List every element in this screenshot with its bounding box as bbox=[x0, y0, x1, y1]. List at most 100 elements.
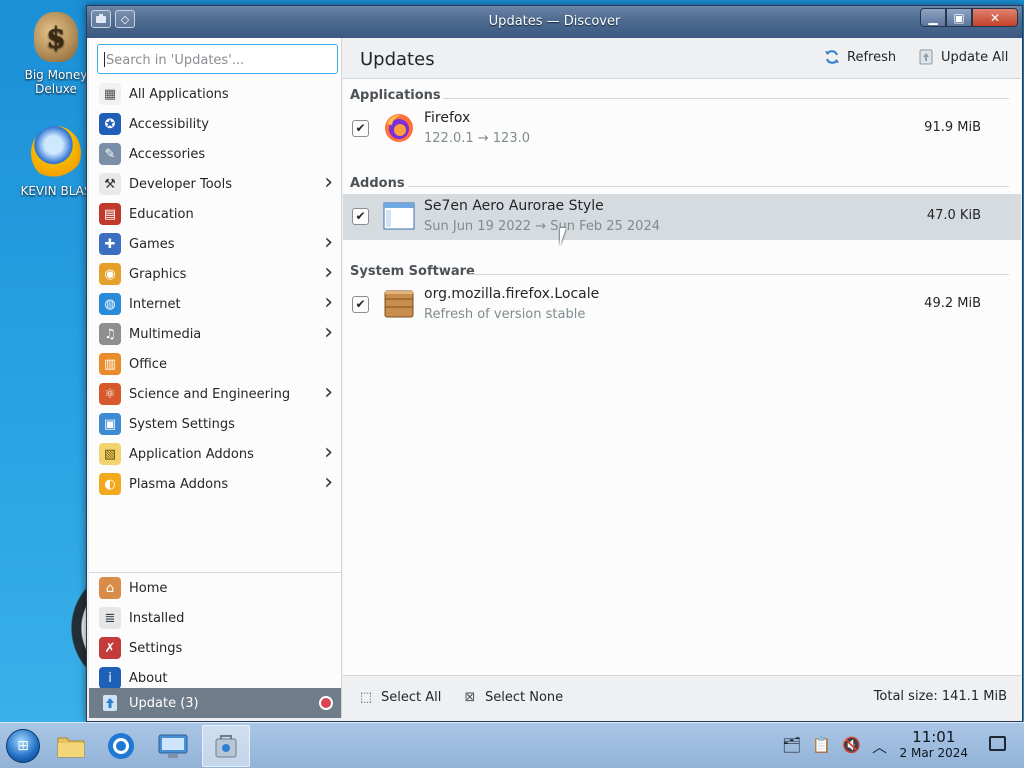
sidebar-item-application-addons[interactable]: ▧ Application Addons › bbox=[89, 439, 341, 469]
update-row[interactable]: ✔ Se7en Aero Aurorae Style Sun Jun 19 2022… bbox=[343, 194, 1021, 240]
sidebar-item-accessories[interactable]: ✎ Accessories bbox=[89, 139, 341, 169]
show-desktop-icon[interactable] bbox=[989, 736, 1006, 751]
grid-icon: ▦ bbox=[99, 83, 121, 105]
select-none-button[interactable]: ⊠ Select None bbox=[461, 688, 564, 706]
maximize-button[interactable]: ▣ bbox=[946, 8, 972, 27]
page-header: Updates Refresh Update All bbox=[343, 38, 1021, 79]
taskbar-file-manager[interactable] bbox=[48, 725, 94, 767]
sidebar-item-games[interactable]: ✚ Games › bbox=[89, 229, 341, 259]
window-theme-icon bbox=[383, 200, 415, 232]
sidebar-item-office[interactable]: ▥ Office bbox=[89, 349, 341, 379]
category-list: ▦ All Applications ✪ Accessibility ✎ Accessor… bbox=[89, 79, 341, 499]
sidebar-item-accessibility[interactable]: ✪ Accessibility bbox=[89, 109, 341, 139]
graphics-icon: ◉ bbox=[99, 263, 121, 285]
update-checkbox[interactable]: ✔ bbox=[352, 296, 369, 313]
sidebar-item-internet[interactable]: ◍ Internet › bbox=[89, 289, 341, 319]
sidebar-item-label: System Settings bbox=[129, 416, 235, 432]
mouse-pointer-icon bbox=[560, 228, 572, 246]
chevron-right-icon: › bbox=[324, 440, 333, 465]
discover-icon bbox=[215, 735, 237, 758]
update-badge-icon bbox=[319, 696, 333, 710]
sidebar-item-all-applications[interactable]: ▦ All Applications bbox=[89, 79, 341, 109]
update-size: 49.2 MiB bbox=[924, 296, 981, 311]
window-title: Updates — Discover bbox=[488, 14, 621, 29]
desktop-icon-label: KEVIN BLAS bbox=[20, 184, 92, 198]
section-title: Applications bbox=[350, 88, 441, 103]
refresh-icon bbox=[823, 48, 841, 66]
taskbar-browser[interactable] bbox=[98, 725, 144, 767]
plasma-addons-icon: ◐ bbox=[99, 473, 121, 495]
update-icon bbox=[99, 692, 121, 714]
refresh-button[interactable]: Refresh bbox=[823, 48, 896, 66]
title-bar[interactable]: ◇ Updates — Discover ▁ ▣ ✕ bbox=[87, 6, 1022, 38]
windows-logo-icon: ⊞ bbox=[6, 729, 40, 763]
sidebar-item-label: Office bbox=[129, 356, 167, 372]
desktop-icon-big-money-deluxe[interactable]: $ Big Money Deluxe bbox=[16, 10, 96, 96]
update-checkbox[interactable]: ✔ bbox=[352, 208, 369, 225]
sidebar-item-settings[interactable]: ✗ Settings bbox=[89, 633, 341, 663]
sidebar-item-update[interactable]: Update (3) bbox=[89, 688, 341, 718]
update-checkbox[interactable]: ✔ bbox=[352, 120, 369, 137]
sidebar-bottom-list: ⌂ Home ≣ Installed ✗ Settings i About bbox=[89, 573, 341, 693]
package-updates-tray-icon[interactable]: 🗂 bbox=[782, 736, 801, 754]
update-row[interactable]: ✔ org.mozilla.firefox.Locale Refresh of ve… bbox=[343, 282, 1021, 328]
sidebar-item-label: Internet bbox=[129, 296, 181, 312]
sidebar-item-label: Installed bbox=[129, 610, 185, 626]
select-all-button[interactable]: ⬚ Select All bbox=[357, 688, 442, 706]
sidebar-item-label: Accessories bbox=[129, 146, 206, 162]
minimize-button[interactable]: ▁ bbox=[920, 8, 946, 27]
sidebar-item-installed[interactable]: ≣ Installed bbox=[89, 603, 341, 633]
volume-muted-icon[interactable]: 🔇 bbox=[842, 736, 861, 754]
taskbar-discover[interactable] bbox=[202, 725, 250, 767]
sidebar-item-system-settings[interactable]: ▣ System Settings bbox=[89, 409, 341, 439]
system-settings-icon: ▣ bbox=[99, 413, 121, 435]
start-button[interactable]: ⊞ bbox=[0, 725, 46, 767]
refresh-label: Refresh bbox=[847, 49, 897, 65]
desktop-icon-label: Big Money Deluxe bbox=[24, 68, 88, 96]
sidebar-item-multimedia[interactable]: ♫ Multimedia › bbox=[89, 319, 341, 349]
sidebar-item-label: Plasma Addons bbox=[129, 476, 229, 492]
games-icon: ✚ bbox=[99, 233, 121, 255]
settings-icon: ✗ bbox=[99, 637, 121, 659]
update-all-button[interactable]: Update All bbox=[917, 48, 1008, 66]
update-name: Firefox bbox=[424, 110, 471, 126]
desktop-icon-kevin-blas[interactable]: KEVIN BLAS bbox=[16, 126, 96, 198]
sidebar-item-label: Education bbox=[129, 206, 194, 222]
developer-tools-icon: ⚒ bbox=[99, 173, 121, 195]
folder-icon bbox=[57, 737, 85, 758]
sidebar-item-science-and-engineering[interactable]: ⚛ Science and Engineering › bbox=[89, 379, 341, 409]
home-icon: ⌂ bbox=[99, 577, 121, 599]
clock[interactable]: 11:01 2 Mar 2024 bbox=[900, 728, 968, 760]
sidebar-item-graphics[interactable]: ◉ Graphics › bbox=[89, 259, 341, 289]
sidebar-item-home[interactable]: ⌂ Home bbox=[89, 573, 341, 603]
education-icon: ▤ bbox=[99, 203, 121, 225]
section-title: Addons bbox=[350, 176, 405, 191]
clipboard-tray-icon[interactable]: 📋 bbox=[812, 736, 831, 754]
sidebar-item-update-label: Update (3) bbox=[129, 695, 199, 711]
clock-time: 11:01 bbox=[912, 728, 956, 746]
application-addons-icon: ▧ bbox=[99, 443, 121, 465]
close-button[interactable]: ✕ bbox=[972, 8, 1018, 27]
sidebar-item-education[interactable]: ▤ Education bbox=[89, 199, 341, 229]
taskbar-system-settings[interactable] bbox=[150, 725, 196, 767]
discover-window: ◇ Updates — Discover ▁ ▣ ✕ Search in 'Up… bbox=[86, 5, 1023, 722]
sidebar-item-label: Graphics bbox=[129, 266, 187, 282]
page-title: Updates bbox=[360, 49, 435, 70]
package-icon bbox=[383, 288, 415, 320]
installed-icon: ≣ bbox=[99, 607, 121, 629]
select-all-label: Select All bbox=[381, 689, 442, 705]
sidebar-item-label: Settings bbox=[129, 640, 183, 656]
update-version: Refresh of version stable bbox=[424, 307, 586, 322]
update-size: 47.0 KiB bbox=[926, 208, 981, 223]
search-input[interactable]: Search in 'Updates'... bbox=[97, 44, 338, 74]
update-all-label: Update All bbox=[941, 49, 1009, 65]
sidebar-item-plasma-addons[interactable]: ◐ Plasma Addons › bbox=[89, 469, 341, 499]
select-none-icon: ⊠ bbox=[464, 689, 476, 705]
update-name: Se7en Aero Aurorae Style bbox=[424, 198, 604, 214]
sidebar-item-developer-tools[interactable]: ⚒ Developer Tools › bbox=[89, 169, 341, 199]
accessibility-icon: ✪ bbox=[99, 113, 121, 135]
chevron-up-icon[interactable]: ︿ bbox=[872, 736, 887, 757]
update-version: 122.0.1 → 123.0 bbox=[424, 131, 530, 146]
update-row[interactable]: ✔ Firefox 122.0.1 → 123.0 91.9 MiB bbox=[343, 106, 1021, 152]
footer-bar: ⬚ Select All ⊠ Select None Total size: 1… bbox=[343, 675, 1021, 718]
